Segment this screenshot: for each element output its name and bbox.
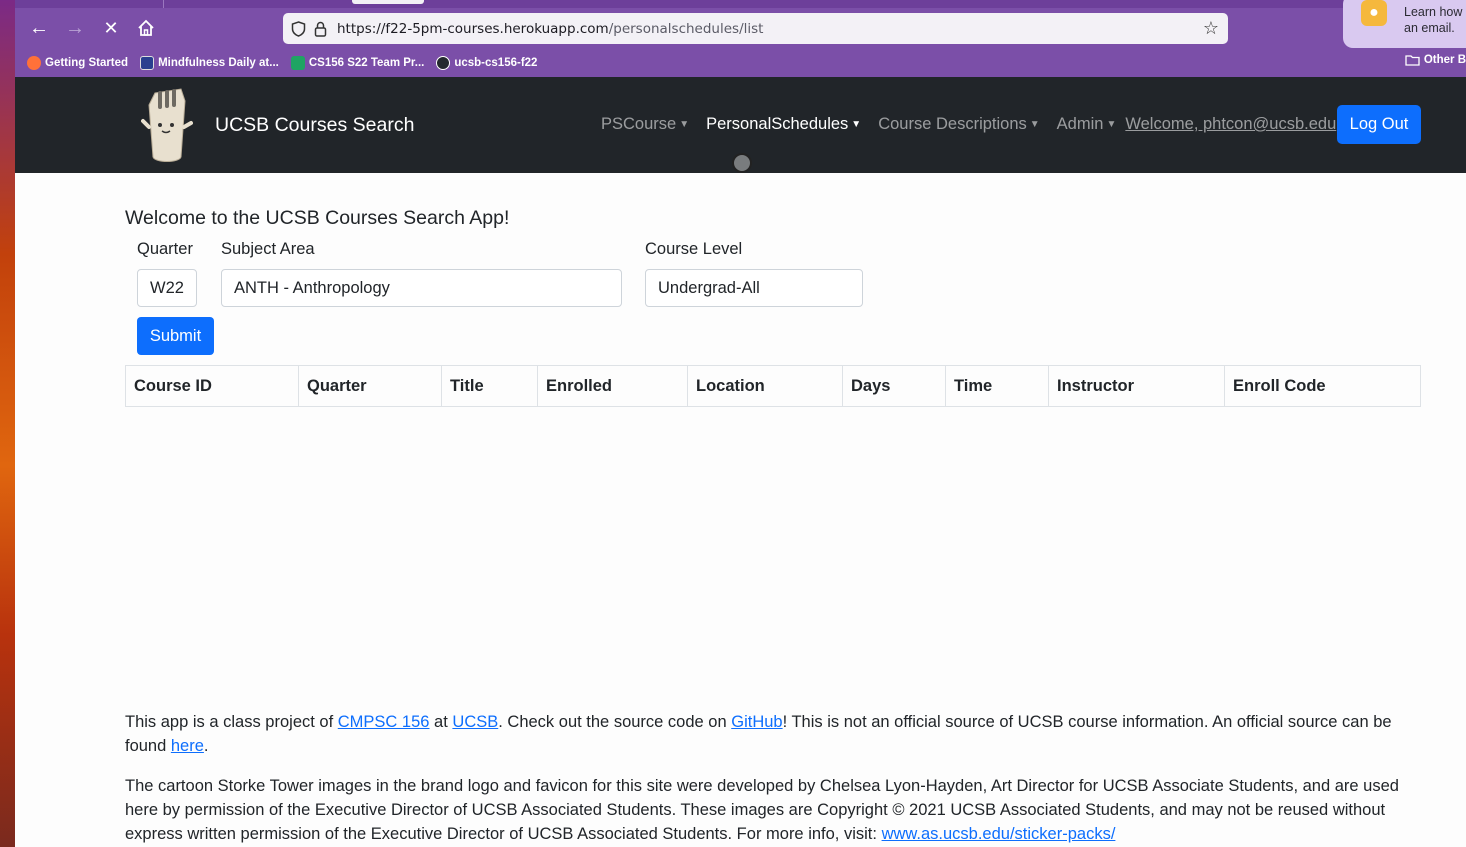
app-navbar: UCSB Courses Search PSCourse ▼ PersonalSc… [15, 77, 1466, 173]
url-text[interactable]: https://f22-5pm-courses.herokuapp.com/pe… [337, 21, 763, 37]
bookmark-ucsb-cs156[interactable]: ucsb-cs156-f22 [436, 56, 537, 70]
github-link[interactable]: GitHub [731, 713, 782, 731]
bookmark-label: Getting Started [45, 57, 129, 69]
welcome-user-link[interactable]: Welcome, phtcon@ucsb.edu [1125, 115, 1336, 134]
column-header[interactable]: Time [946, 366, 1049, 406]
bookmark-getting-started[interactable]: Getting Started [27, 56, 128, 70]
stop-loading-icon[interactable]: ✕ [97, 14, 125, 42]
column-header[interactable]: Enrolled [538, 366, 688, 406]
bookmark-mindfulness[interactable]: Mindfulness Daily at... [140, 56, 279, 70]
footer-text: . Check out the source code on [498, 713, 732, 731]
page-content: UCSB Courses Search PSCourse ▼ PersonalSc… [15, 77, 1466, 847]
nav-course-descriptions-dropdown[interactable]: Course Descriptions ▼ [878, 115, 1039, 134]
quarter-label: Quarter [137, 240, 193, 258]
sticker-packs-link[interactable]: www.as.ucsb.edu/sticker-packs/ [882, 825, 1116, 843]
footer-text: . [203, 737, 209, 755]
nav-personalschedules-dropdown[interactable]: PersonalSchedules ▼ [706, 115, 861, 134]
sheets-icon [290, 56, 305, 70]
tips-popup[interactable]: ● Learn how an email. [1343, 0, 1466, 48]
subject-area-label: Subject Area [221, 240, 315, 258]
caret-down-icon: ▼ [851, 119, 862, 130]
column-header[interactable]: Quarter [299, 366, 442, 406]
github-icon [436, 56, 451, 70]
folder-icon [1405, 55, 1420, 66]
back-icon[interactable]: ← [25, 14, 53, 42]
browser-chrome: ← → ✕ https://f22-5pm-courses.herokuapp.… [15, 0, 1466, 77]
page-title: Welcome to the UCSB Courses Search App! [125, 207, 510, 229]
ucsb-link[interactable]: UCSB [452, 713, 498, 731]
caret-down-icon: ▼ [679, 119, 690, 130]
column-header[interactable]: Days [843, 366, 946, 406]
url-bar[interactable]: https://f22-5pm-courses.herokuapp.com/pe… [283, 13, 1228, 44]
home-icon[interactable] [132, 14, 160, 42]
mouse-cursor-icon [732, 153, 752, 173]
footer-text: This app is a class project of [125, 713, 338, 731]
subject-area-select[interactable]: ANTH - Anthropology [221, 269, 622, 307]
bookmark-star-icon[interactable]: ☆ [1200, 17, 1222, 39]
nav-label: PSCourse [601, 115, 677, 133]
footer-text: at [429, 713, 453, 731]
results-table-header: Course ID Quarter Title Enrolled Locatio… [125, 365, 1421, 407]
url-host: https://f22-5pm-courses.herokuapp.com [337, 20, 609, 37]
active-tab[interactable] [352, 0, 424, 4]
tab-strip [15, 0, 1466, 8]
bookmark-label: CS156 S22 Team Pr... [308, 57, 425, 69]
column-header[interactable]: Instructor [1049, 366, 1225, 406]
column-header[interactable]: Enroll Code [1225, 366, 1420, 406]
column-header[interactable]: Title [442, 366, 538, 406]
bookmark-label: ucsb-cs156-f22 [454, 57, 538, 69]
lock-icon[interactable] [309, 18, 331, 40]
other-bookmarks-label: Other B [1423, 54, 1466, 66]
column-header[interactable]: Course ID [126, 366, 299, 406]
lightbulb-icon: ● [1361, 0, 1387, 26]
caret-down-icon: ▼ [1029, 119, 1040, 130]
bookmarks-bar: Getting Started Mindfulness Daily at... … [27, 52, 537, 74]
shield-icon[interactable] [287, 18, 309, 40]
column-header[interactable]: Location [688, 366, 843, 406]
tips-text: Learn how an email. [1404, 4, 1462, 36]
bookmark-label: Mindfulness Daily at... [158, 57, 279, 69]
course-level-label: Course Level [645, 240, 743, 258]
storke-tower-logo[interactable] [141, 83, 193, 167]
nav-admin-dropdown[interactable]: Admin ▼ [1057, 115, 1117, 134]
logout-button[interactable]: Log Out [1337, 105, 1421, 144]
quarter-select[interactable]: W22 [137, 269, 197, 307]
tab-divider [163, 0, 164, 8]
footer: This app is a class project of CMPSC 156… [125, 710, 1405, 847]
tips-line-1: Learn how [1404, 5, 1463, 19]
tips-line-2: an email. [1404, 21, 1455, 35]
url-path: /personalschedules/list [608, 20, 764, 37]
caret-down-icon: ▼ [1106, 119, 1117, 130]
course-level-select[interactable]: Undergrad-All [645, 269, 863, 307]
footer-copyright-note: The cartoon Storke Tower images in the b… [125, 774, 1405, 846]
forward-icon[interactable]: → [61, 14, 89, 42]
bookmark-cs156-team[interactable]: CS156 S22 Team Pr... [290, 56, 425, 70]
submit-button[interactable]: Submit [137, 317, 214, 355]
brand-name[interactable]: UCSB Courses Search [215, 114, 414, 137]
nav-label: PersonalSchedules [706, 115, 849, 133]
nav-label: Course Descriptions [878, 115, 1027, 133]
nav-label: Admin [1056, 115, 1104, 133]
mindfulness-icon [140, 56, 155, 70]
footer-text: The cartoon Storke Tower images in the b… [125, 777, 1399, 843]
desktop-wallpaper [0, 0, 15, 847]
nav-pscourse-dropdown[interactable]: PSCourse ▼ [601, 115, 689, 134]
nav-menu: PSCourse ▼ PersonalSchedules ▼ Course Desc… [601, 115, 1353, 134]
other-bookmarks[interactable]: Other B [1405, 54, 1466, 66]
firefox-icon [27, 56, 41, 70]
official-source-link[interactable]: here [171, 737, 204, 755]
footer-project-note: This app is a class project of CMPSC 156… [125, 710, 1405, 758]
cmpsc-156-link[interactable]: CMPSC 156 [338, 713, 430, 731]
